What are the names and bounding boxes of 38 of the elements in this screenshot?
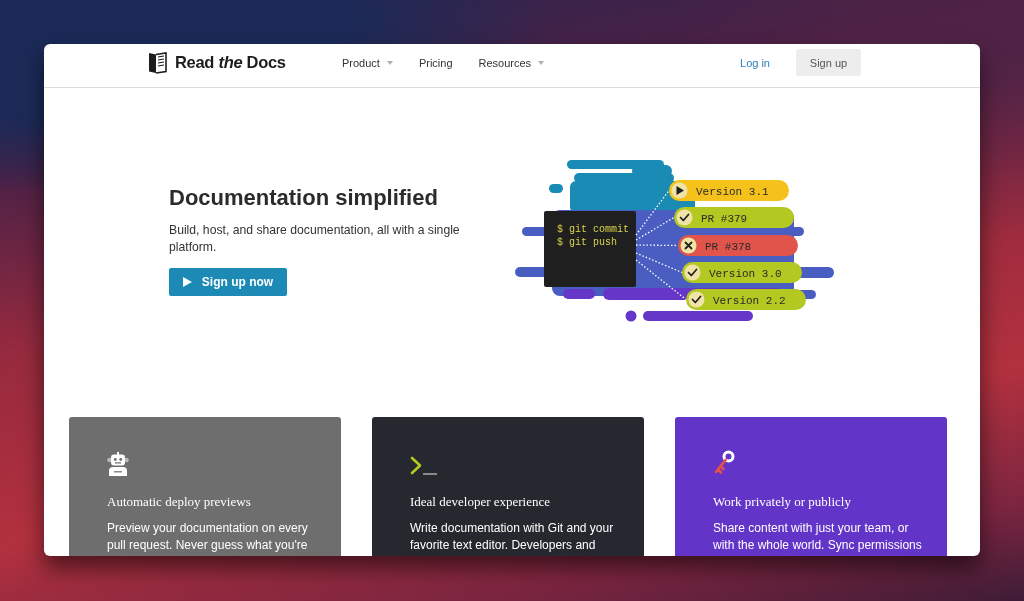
caret-icon (386, 60, 393, 65)
key-icon (713, 450, 735, 476)
cloud-band (549, 184, 563, 193)
feature-description: Write documentation with Git and your favorite text editor. Developers and (410, 520, 615, 554)
log-in-link[interactable]: Log in (740, 56, 770, 69)
pill-label: PR #379 (701, 212, 748, 225)
feature-description: Preview your documentation on every pull request. Never guess what you're (107, 520, 309, 554)
play-icon (671, 182, 688, 199)
pill-label: Version 3.1 (696, 185, 769, 198)
pill-label: PR #378 (705, 240, 752, 253)
cloud-dot (625, 310, 637, 322)
play-icon (182, 277, 192, 287)
check-icon (688, 291, 705, 308)
hero-subtitle: Build, host, and share documentation, all with a single platform. (169, 222, 461, 256)
book-icon[interactable] (148, 51, 167, 74)
terminal-line: $ git push (557, 237, 617, 248)
logo-wordmark[interactable]: Read the Docs (175, 53, 286, 72)
cloud-band (563, 289, 595, 299)
terminal-line: $ git commit (557, 224, 629, 235)
pill-label: Version 2.2 (713, 294, 786, 307)
check-icon (676, 209, 693, 226)
nav-link[interactable]: Pricing (418, 56, 453, 69)
nav-link[interactable]: Product (342, 56, 393, 69)
feature-description: Share content with just your team, or with the whole world. Sync permissions (713, 520, 923, 554)
feature-title: Work privately or publicly (713, 493, 851, 511)
terminal-prompt-icon (410, 456, 438, 476)
nav-link[interactable]: Resources (478, 56, 545, 69)
robot-icon (107, 452, 129, 476)
cross-icon (680, 237, 697, 254)
sign-up-now-button[interactable]: Sign up now (169, 268, 287, 296)
sign-up-button[interactable]: Sign up (796, 49, 861, 76)
pill-label: Version 3.0 (709, 267, 782, 280)
hero-title: Documentation simplified (169, 184, 439, 212)
check-icon (684, 264, 701, 281)
feature-title: Automatic deploy previews (107, 493, 251, 511)
feature-title: Ideal developer experience (410, 493, 551, 511)
caret-icon (538, 60, 545, 65)
dotted-connector (635, 244, 679, 247)
